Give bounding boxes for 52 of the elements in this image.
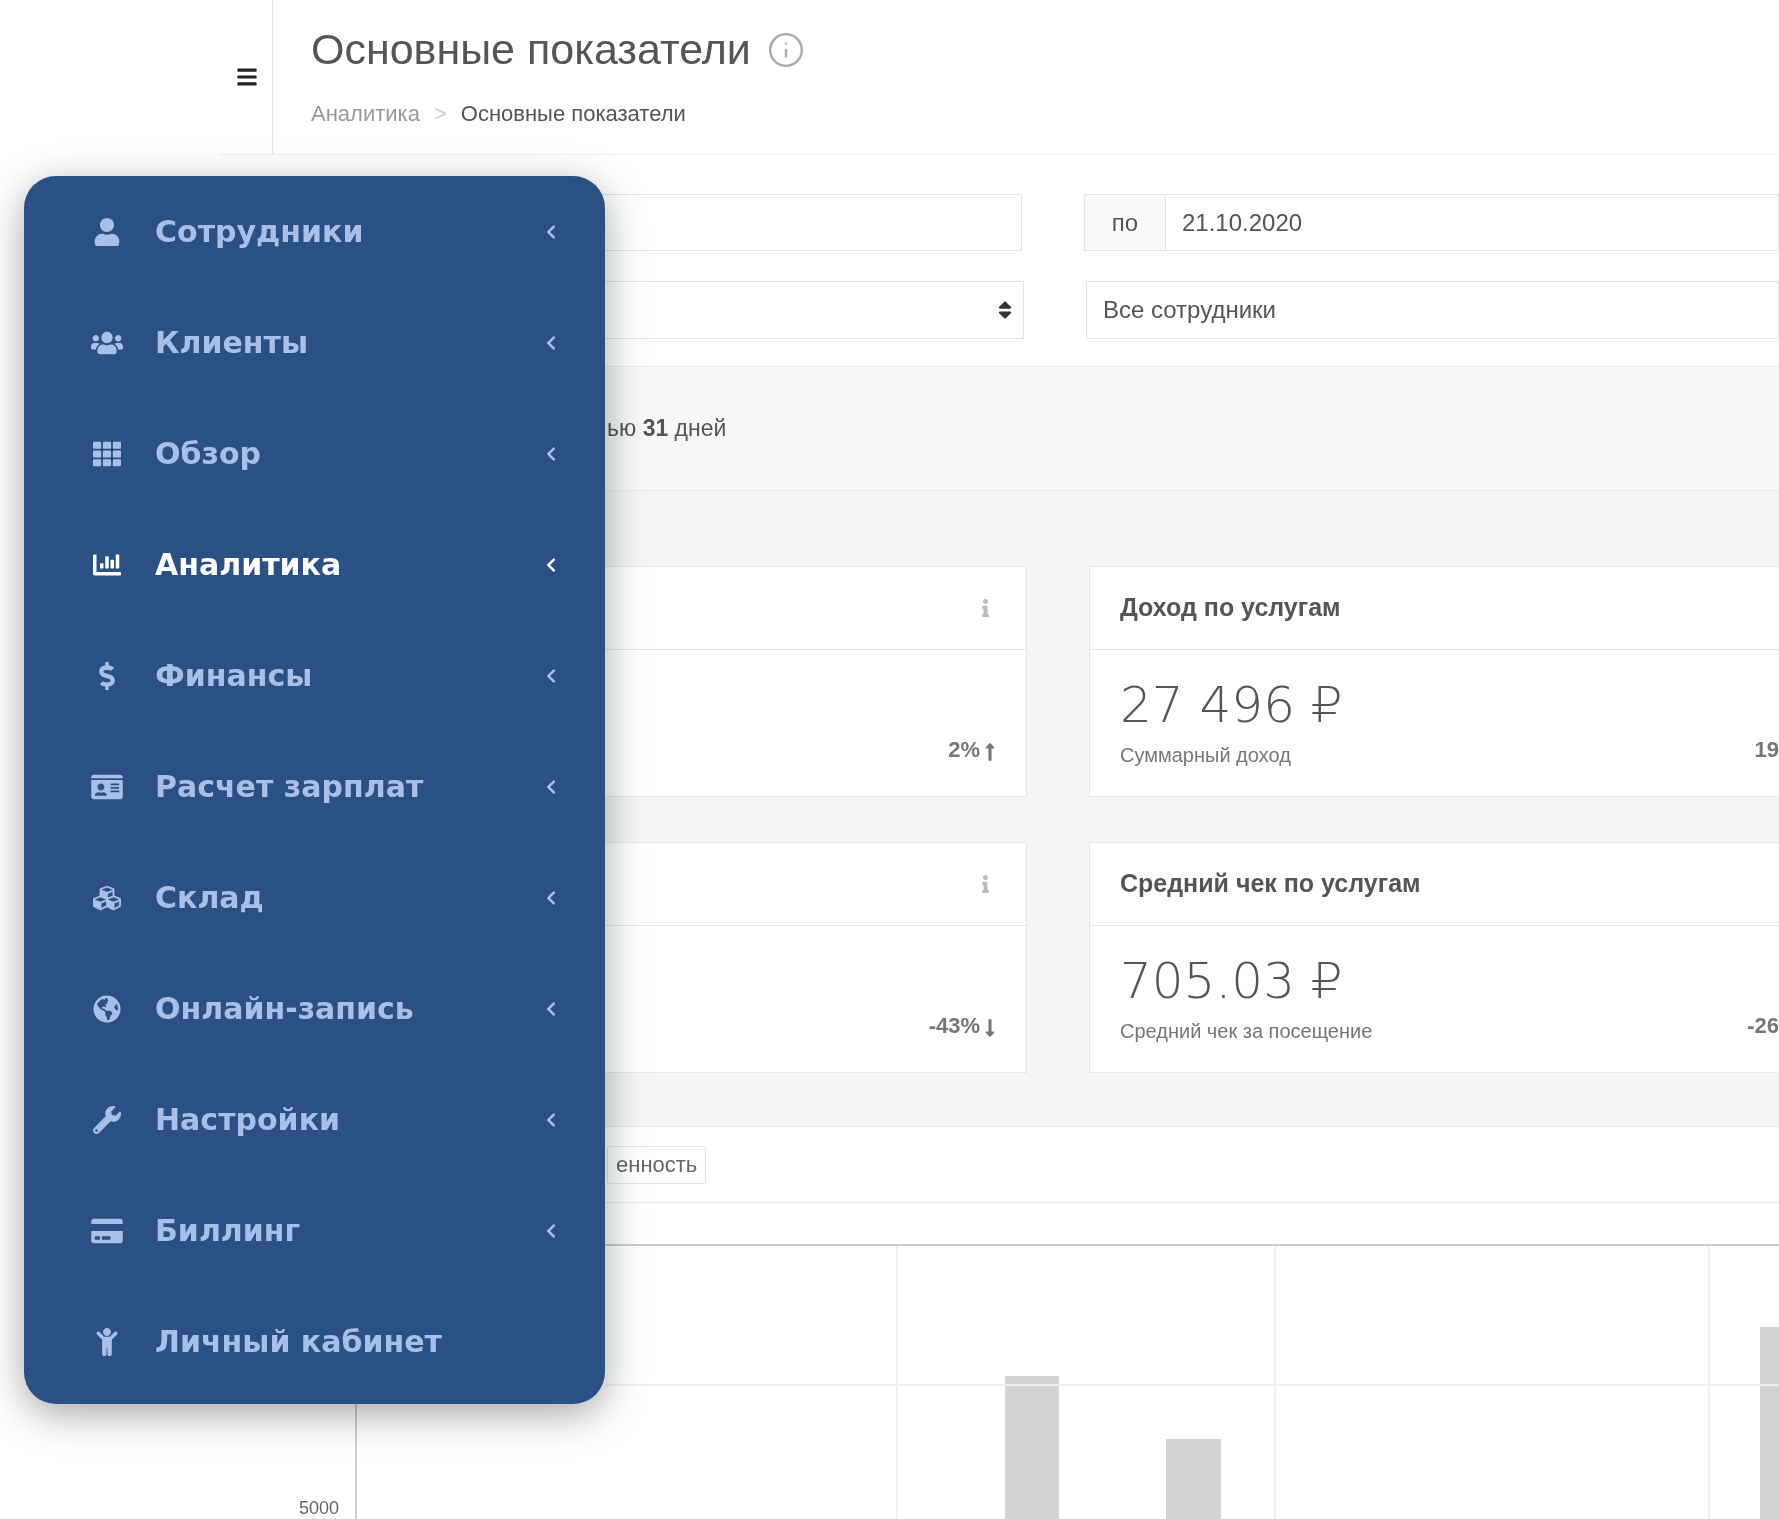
menu-label: Клиенты xyxy=(155,324,310,362)
menu-label: Биллинг xyxy=(155,1212,302,1250)
menu-label: Настройки xyxy=(155,1101,341,1139)
change-percent: 2% xyxy=(948,736,980,764)
menu-item[interactable]: Онлайн-запись xyxy=(24,953,605,1064)
date-to-field[interactable]: 21.10.2020 xyxy=(1166,194,1779,251)
sort-icon xyxy=(997,299,1013,321)
wrench-icon xyxy=(91,1105,123,1134)
page-title: Основные показатели xyxy=(311,28,751,71)
menu-item[interactable]: Биллинг xyxy=(24,1175,605,1286)
menu-item[interactable]: Расчет зарплат xyxy=(24,731,605,842)
menu-label: Аналитика xyxy=(155,546,343,584)
menu-label: Обзор xyxy=(155,435,262,473)
menu-item[interactable]: Личный кабинет xyxy=(24,1286,605,1397)
card-caption: Суммарный доход xyxy=(1120,743,1292,768)
menu-label: Склад xyxy=(155,879,265,917)
date-to-label: по xyxy=(1084,194,1166,251)
card-title: Доход по услугам xyxy=(1120,592,1341,624)
menu-label: Личный кабинет xyxy=(155,1323,443,1361)
change-percent: -26 xyxy=(1747,1012,1779,1040)
menu-label: Сотрудники xyxy=(155,213,365,251)
menu-item[interactable]: Клиенты xyxy=(24,287,605,398)
menu-label: Финансы xyxy=(155,657,314,695)
arrow-down-icon xyxy=(984,1018,996,1038)
breadcrumb-link[interactable]: Аналитика xyxy=(311,97,420,130)
menu-label: Онлайн-запись xyxy=(155,990,415,1028)
chart-tab-button[interactable]: енность xyxy=(607,1145,707,1184)
change-percent: 19 xyxy=(1754,736,1779,764)
cubes-icon xyxy=(91,883,123,912)
arrow-up-icon xyxy=(984,742,996,762)
menu-label: Расчет зарплат xyxy=(155,768,425,806)
card-value: 705.03 ₽ xyxy=(1120,956,1344,1006)
credit-card-icon xyxy=(91,1216,123,1245)
menu-item[interactable]: Аналитика xyxy=(24,509,605,620)
card-value: 27 496 ₽ xyxy=(1120,680,1343,730)
employee-select[interactable]: Все сотрудники xyxy=(1086,281,1779,339)
id-card-icon xyxy=(91,772,123,801)
breadcrumb-current: Основные показатели xyxy=(460,100,686,128)
period-note: ью 31 дней xyxy=(607,414,727,444)
menu-item[interactable]: Обзор xyxy=(24,398,605,509)
menu-item[interactable]: Склад xyxy=(24,842,605,953)
menu-item[interactable]: Финансы xyxy=(24,620,605,731)
breadcrumb-separator: > xyxy=(433,100,447,128)
change-percent: -43% xyxy=(928,1012,980,1040)
card-title: Средний чек по услугам xyxy=(1120,868,1421,900)
globe-icon xyxy=(91,994,123,1023)
grid-icon xyxy=(91,439,123,468)
menu-item[interactable]: Сотрудники xyxy=(24,176,605,287)
menu-item[interactable]: Настройки xyxy=(24,1064,605,1175)
axis-tick-label: 5000 xyxy=(299,1499,340,1517)
card-caption: Средний чек за посещение xyxy=(1120,1019,1373,1044)
menu-icon[interactable] xyxy=(235,66,258,88)
